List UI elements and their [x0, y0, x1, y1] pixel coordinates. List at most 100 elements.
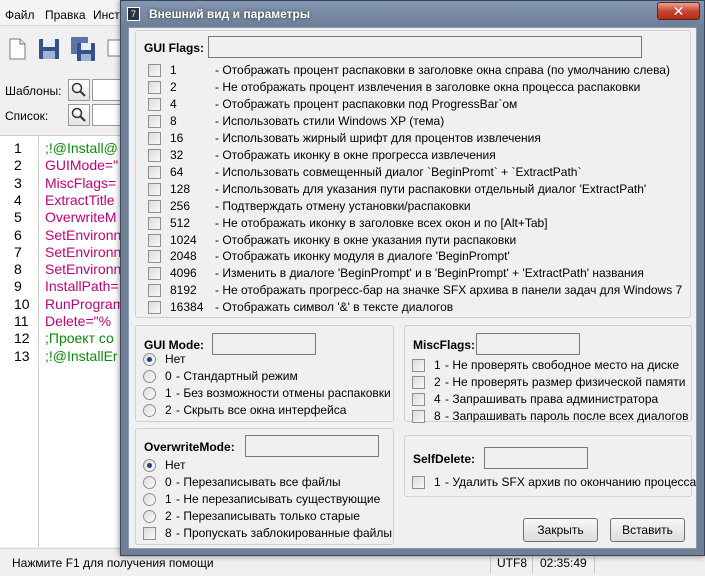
overwrite-mode-option[interactable]: 1- Не перезаписывать существующие — [143, 491, 388, 508]
misc-flag-option[interactable]: 2- Не проверять размер физической памяти — [412, 374, 687, 391]
checkbox[interactable] — [412, 476, 425, 489]
dialog-titlebar[interactable]: 7 Внешний вид и параметры ✕ — [121, 1, 704, 27]
checkbox[interactable] — [412, 359, 425, 372]
status-encoding: UTF8 — [497, 556, 527, 570]
radio-button[interactable] — [143, 510, 156, 523]
checkbox[interactable] — [148, 165, 161, 179]
radio-button[interactable] — [143, 459, 156, 472]
checkbox[interactable] — [148, 182, 161, 196]
skip-locked-option[interactable]: 8- Пропускать заблокированные файлы — [143, 525, 392, 542]
gui-flag-option[interactable]: 2048- Отображать иконку модуля в диалоге… — [148, 248, 688, 265]
save-icon[interactable] — [36, 36, 62, 62]
misc-flag-option[interactable]: 1- Не проверять свободное место на диске — [412, 357, 687, 374]
checkbox[interactable] — [148, 80, 161, 94]
misc-flags-field[interactable] — [476, 333, 580, 355]
radio-button[interactable] — [143, 493, 156, 506]
radio-button[interactable] — [143, 353, 156, 366]
radio-button[interactable] — [143, 476, 156, 489]
gui-flag-option[interactable]: 1024- Отображать иконку в окне указания … — [148, 232, 688, 249]
checkbox[interactable] — [412, 375, 425, 389]
gui-mode-option[interactable]: Нет — [143, 351, 388, 368]
checkbox[interactable] — [148, 267, 161, 281]
gui-mode-option[interactable]: 0- Стандартный режим — [143, 368, 388, 385]
gui-flag-option[interactable]: 2- Не отображать процент извлечения в за… — [148, 79, 688, 96]
checkbox[interactable] — [143, 527, 156, 540]
overwrite-mode-option[interactable]: 0- Перезаписывать все файлы — [143, 474, 388, 491]
checkbox[interactable] — [148, 284, 161, 298]
line-code: InstallPath= — [45, 278, 119, 295]
line-number: 5 — [14, 209, 22, 226]
line-code: SetEnvironn — [45, 261, 122, 278]
save-all-icon[interactable] — [70, 36, 96, 62]
misc-flag-option[interactable]: 8- Запрашивать пароль после всех диалого… — [412, 408, 689, 425]
editor-line: 10 RunProgram — [0, 296, 125, 313]
code-editor[interactable]: 1 ;!@Install@ 2 GUIMode=" 3 MiscFlags= 4 Extrac… — [0, 135, 125, 547]
editor-line: 3 MiscFlags= — [0, 175, 125, 192]
magnifier-icon — [71, 107, 86, 122]
checkbox[interactable] — [148, 301, 161, 315]
new-file-icon[interactable] — [4, 36, 30, 62]
gui-flag-option[interactable]: 4096- Изменить в диалоге 'BeginPrompt' и… — [148, 265, 688, 282]
checkbox[interactable] — [148, 114, 161, 128]
templates-search-button[interactable] — [68, 79, 90, 101]
checkbox[interactable] — [412, 392, 425, 406]
list-search-button[interactable] — [68, 104, 90, 126]
checkbox[interactable] — [148, 148, 161, 162]
checkbox[interactable] — [148, 233, 161, 247]
gui-flag-option[interactable]: 8- Использовать стили Windows XP (тема) — [148, 113, 688, 130]
checkbox[interactable] — [148, 199, 161, 213]
line-code: MiscFlags= — [45, 174, 117, 191]
radio-button[interactable] — [143, 403, 156, 417]
line-number: 10 — [14, 295, 30, 312]
misc-flag-option[interactable]: 4- Запрашивать права администратора — [412, 391, 687, 408]
self-delete-field[interactable] — [484, 447, 588, 469]
line-number: 13 — [14, 347, 30, 364]
checkbox[interactable] — [148, 216, 161, 230]
gui-flags-field[interactable] — [208, 36, 642, 58]
radio-button[interactable] — [143, 369, 156, 383]
gui-flag-option[interactable]: 128- Использовать для указания пути расп… — [148, 181, 688, 198]
gui-flag-option[interactable]: 512- Не отображать иконку в заголовке вс… — [148, 215, 688, 232]
line-number: 8 — [14, 261, 22, 278]
gui-flags-label: GUI Flags: — [144, 41, 205, 55]
insert-button[interactable]: Вставить — [610, 518, 685, 542]
checkbox[interactable] — [148, 97, 161, 111]
templates-label: Шаблоны: — [5, 84, 62, 98]
radio-button[interactable] — [143, 386, 156, 400]
overwrite-mode-option[interactable]: 2- Перезаписывать только старые — [143, 508, 388, 525]
overwrite-mode-option[interactable]: Нет — [143, 457, 388, 474]
gui-flag-option[interactable]: 8192- Не отображать прогресс-бар на знач… — [148, 282, 688, 299]
gui-flag-option[interactable]: 16384- Отображать символ '&' в тексте ди… — [148, 299, 688, 316]
close-button[interactable]: Закрыть — [523, 518, 598, 542]
overwrite-mode-field[interactable] — [245, 435, 379, 457]
self-delete-option[interactable]: 1 - Удалить SFX архив по окончанию проце… — [412, 474, 696, 491]
status-help-text: Нажмите F1 для получения помощи — [12, 556, 214, 570]
checkbox[interactable] — [148, 250, 161, 264]
editor-line: 7 SetEnvironn — [0, 244, 125, 261]
status-time: 02:35:49 — [540, 556, 587, 570]
misc-flags-group: MiscFlags: 1- Не проверять свободное мес… — [404, 325, 692, 425]
line-code: OverwriteM — [45, 209, 117, 226]
line-code: ;Проект со — [45, 330, 114, 347]
gui-mode-option[interactable]: 1- Без возможности отмены распаковки — [143, 385, 391, 402]
checkbox[interactable] — [412, 409, 425, 423]
gui-flag-option[interactable]: 32- Отображать иконку в окне прогресса и… — [148, 147, 688, 164]
editor-line: 1 ;!@Install@ — [0, 140, 125, 157]
close-icon: ✕ — [672, 3, 685, 19]
gui-flag-option[interactable]: 1- Отображать процент распаковки в загол… — [148, 62, 688, 79]
line-code: GUIMode=" — [45, 157, 119, 174]
overwrite-mode-label: OverwriteMode: — [144, 440, 235, 454]
checkbox[interactable] — [148, 64, 161, 77]
gui-mode-option[interactable]: 2- Скрыть все окна интерфейса — [143, 402, 388, 419]
line-number: 1 — [14, 140, 22, 156]
editor-line: 9 InstallPath= — [0, 278, 125, 295]
gui-flag-option[interactable]: 4- Отображать процент распаковки под Pro… — [148, 96, 688, 113]
close-window-button[interactable]: ✕ — [657, 2, 700, 20]
gui-flag-option[interactable]: 64- Использовать совмещенный диалог `Beg… — [148, 164, 688, 181]
gui-mode-label: GUI Mode: — [144, 338, 204, 352]
checkbox[interactable] — [148, 131, 161, 145]
menu-file[interactable]: Файл — [5, 8, 35, 22]
gui-flag-option[interactable]: 256- Подтверждать отмену установки/распа… — [148, 198, 688, 215]
gui-flag-option[interactable]: 16- Использовать жирный шрифт для процен… — [148, 130, 688, 147]
menu-edit[interactable]: Правка — [45, 8, 86, 22]
